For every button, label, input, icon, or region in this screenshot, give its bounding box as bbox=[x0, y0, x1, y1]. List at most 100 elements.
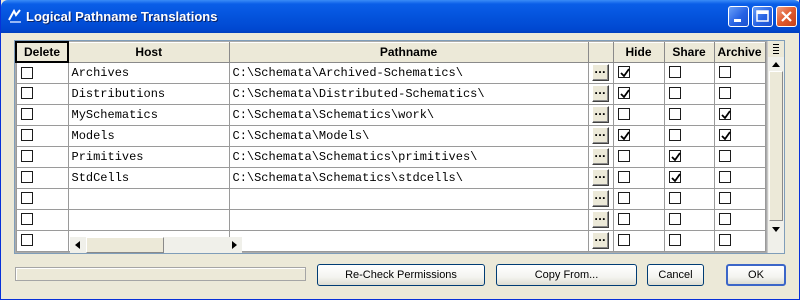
pathname-cell[interactable] bbox=[228, 229, 589, 252]
delete-checkbox[interactable] bbox=[20, 213, 33, 226]
dialog-window: Logical Pathname Translations Delete Hos… bbox=[0, 0, 800, 300]
column-header-host[interactable]: Host bbox=[67, 41, 230, 63]
hide-checkbox[interactable] bbox=[617, 129, 630, 142]
close-button[interactable] bbox=[776, 6, 797, 27]
scroll-down-icon[interactable] bbox=[768, 223, 784, 237]
host-cell[interactable]: Primitives bbox=[67, 145, 230, 168]
hide-checkbox[interactable] bbox=[617, 192, 630, 205]
delete-checkbox[interactable] bbox=[20, 87, 33, 100]
horizontal-scroll-thumb[interactable] bbox=[86, 237, 164, 253]
title-bar[interactable]: Logical Pathname Translations bbox=[1, 0, 800, 33]
pathname-cell[interactable]: C:\Schemata\Models\ bbox=[228, 124, 589, 147]
cancel-button[interactable]: Cancel bbox=[647, 264, 704, 286]
hide-checkbox[interactable] bbox=[617, 171, 630, 184]
archive-checkbox[interactable] bbox=[718, 171, 731, 184]
archive-checkbox[interactable] bbox=[718, 66, 731, 79]
pathname-cell[interactable] bbox=[228, 187, 589, 210]
column-header-pathname[interactable]: Pathname bbox=[228, 41, 589, 63]
table-row[interactable]: ... bbox=[15, 208, 766, 231]
browse-button[interactable]: ... bbox=[591, 232, 609, 249]
delete-checkbox[interactable] bbox=[20, 234, 33, 247]
delete-checkbox[interactable] bbox=[20, 108, 33, 121]
vertical-scrollbar[interactable] bbox=[767, 41, 784, 253]
maximize-button[interactable] bbox=[752, 6, 773, 27]
delete-checkbox[interactable] bbox=[20, 192, 33, 205]
browse-button[interactable]: ... bbox=[591, 190, 609, 207]
column-header-delete[interactable]: Delete bbox=[15, 41, 69, 63]
browse-cell: ... bbox=[587, 166, 614, 189]
minimize-button[interactable] bbox=[728, 6, 749, 27]
pathname-cell[interactable]: C:\Schemata\Schematics\work\ bbox=[228, 103, 589, 126]
host-cell[interactable]: StdCells bbox=[67, 166, 230, 189]
horizontal-scrollbar[interactable] bbox=[70, 237, 242, 253]
share-checkbox[interactable] bbox=[668, 213, 681, 226]
archive-checkbox[interactable] bbox=[718, 192, 731, 205]
browse-cell: ... bbox=[587, 124, 614, 147]
share-cell bbox=[663, 61, 715, 84]
scroll-right-icon[interactable] bbox=[226, 237, 242, 253]
table-row[interactable]: Archives C:\Schemata\Archived-Schematics\… bbox=[15, 61, 766, 84]
translations-grid[interactable]: Delete Host Pathname Hide Share Archive … bbox=[14, 40, 785, 254]
scroll-left-icon[interactable] bbox=[70, 237, 86, 253]
browse-button[interactable]: ... bbox=[591, 169, 609, 186]
scroll-up-icon[interactable] bbox=[768, 58, 784, 70]
share-checkbox[interactable] bbox=[668, 108, 681, 121]
delete-checkbox[interactable] bbox=[20, 171, 33, 184]
host-cell[interactable]: Archives bbox=[67, 61, 230, 84]
archive-checkbox[interactable] bbox=[718, 234, 731, 247]
archive-checkbox[interactable] bbox=[718, 129, 731, 142]
share-checkbox[interactable] bbox=[668, 87, 681, 100]
share-checkbox[interactable] bbox=[668, 234, 681, 247]
ok-button[interactable]: OK bbox=[726, 264, 786, 286]
pathname-cell[interactable] bbox=[228, 208, 589, 231]
hide-checkbox[interactable] bbox=[617, 234, 630, 247]
delete-checkbox[interactable] bbox=[20, 129, 33, 142]
copy-from-button[interactable]: Copy From... bbox=[496, 264, 637, 286]
table-row[interactable]: MySchematics C:\Schemata\Schematics\work\… bbox=[15, 103, 766, 126]
share-checkbox[interactable] bbox=[668, 192, 681, 205]
table-row[interactable]: Distributions C:\Schemata\Distributed-Sch… bbox=[15, 82, 766, 105]
archive-cell bbox=[713, 145, 766, 168]
vertical-scroll-thumb[interactable] bbox=[769, 71, 783, 221]
column-header-archive[interactable]: Archive bbox=[713, 41, 766, 63]
host-cell[interactable]: Distributions bbox=[67, 82, 230, 105]
hide-checkbox[interactable] bbox=[617, 66, 630, 79]
browse-button[interactable]: ... bbox=[591, 211, 609, 228]
table-row[interactable]: Models C:\Schemata\Models\... bbox=[15, 124, 766, 147]
table-row[interactable]: Primitives C:\Schemata\Schematics\primiti… bbox=[15, 145, 766, 168]
browse-button[interactable]: ... bbox=[591, 64, 609, 81]
host-cell[interactable] bbox=[67, 187, 230, 210]
recheck-permissions-button[interactable]: Re-Check Permissions bbox=[317, 264, 485, 286]
column-header-share[interactable]: Share bbox=[663, 41, 715, 63]
pathname-cell[interactable]: C:\Schemata\Schematics\stdcells\ bbox=[228, 166, 589, 189]
hide-checkbox[interactable] bbox=[617, 87, 630, 100]
archive-cell bbox=[713, 61, 766, 84]
share-checkbox[interactable] bbox=[668, 171, 681, 184]
browse-button[interactable]: ... bbox=[591, 148, 609, 165]
host-cell[interactable] bbox=[67, 208, 230, 231]
hide-checkbox[interactable] bbox=[617, 108, 630, 121]
delete-checkbox[interactable] bbox=[20, 150, 33, 163]
archive-checkbox[interactable] bbox=[718, 87, 731, 100]
host-cell[interactable]: MySchematics bbox=[67, 103, 230, 126]
hide-checkbox[interactable] bbox=[617, 213, 630, 226]
browse-button[interactable]: ... bbox=[591, 106, 609, 123]
pathname-cell[interactable]: C:\Schemata\Distributed-Schematics\ bbox=[228, 82, 589, 105]
browse-button[interactable]: ... bbox=[591, 127, 609, 144]
archive-checkbox[interactable] bbox=[718, 108, 731, 121]
pathname-cell[interactable]: C:\Schemata\Schematics\primitives\ bbox=[228, 145, 589, 168]
pathname-cell[interactable]: C:\Schemata\Archived-Schematics\ bbox=[228, 61, 589, 84]
column-header-hide[interactable]: Hide bbox=[612, 41, 665, 63]
share-checkbox[interactable] bbox=[668, 66, 681, 79]
hide-checkbox[interactable] bbox=[617, 150, 630, 163]
share-checkbox[interactable] bbox=[668, 150, 681, 163]
archive-checkbox[interactable] bbox=[718, 150, 731, 163]
table-row[interactable]: ... bbox=[15, 187, 766, 210]
archive-checkbox[interactable] bbox=[718, 213, 731, 226]
host-cell[interactable]: Models bbox=[67, 124, 230, 147]
share-checkbox[interactable] bbox=[668, 129, 681, 142]
browse-button[interactable]: ... bbox=[591, 85, 609, 102]
table-row[interactable]: StdCells C:\Schemata\Schematics\stdcells\… bbox=[15, 166, 766, 189]
column-chooser-icon[interactable] bbox=[768, 41, 784, 57]
delete-checkbox[interactable] bbox=[20, 66, 33, 79]
